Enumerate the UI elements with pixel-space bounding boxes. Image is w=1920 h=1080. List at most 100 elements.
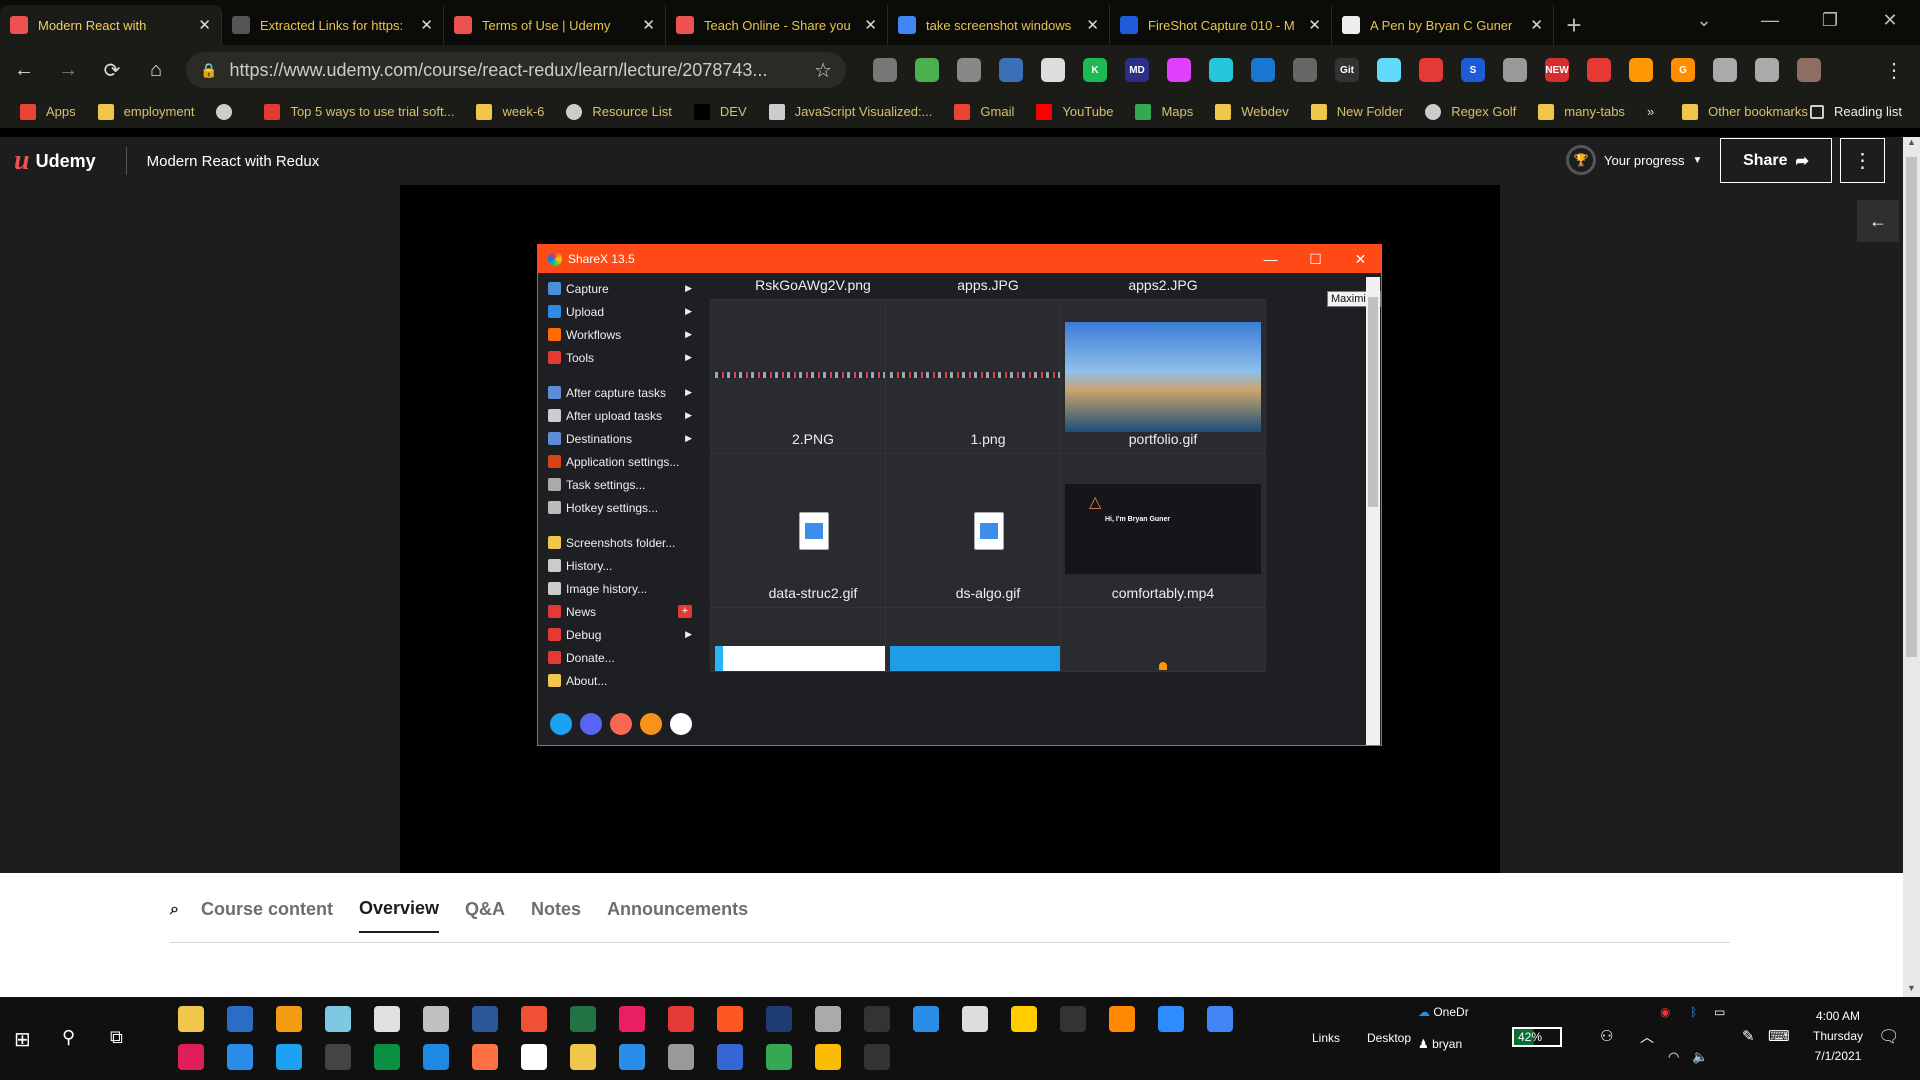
gitzip-ext-icon[interactable]: Git (1335, 58, 1359, 82)
profile-avatar[interactable] (1797, 58, 1821, 82)
bookmark-item[interactable]: Resource List (566, 103, 672, 120)
sublime-icon[interactable] (276, 1006, 302, 1032)
forward-button[interactable]: → (48, 50, 88, 90)
user-tray[interactable]: ♟ bryan (1418, 1037, 1462, 1051)
bookmark-item[interactable]: Webdev (1215, 103, 1289, 120)
bookmark-item[interactable]: Regex Golf (1425, 103, 1516, 120)
start-button[interactable]: ⊞ (14, 1027, 31, 1052)
sharex-menu-item[interactable]: Screenshots folder... (542, 531, 702, 554)
close-tab-icon[interactable]: ✕ (1530, 16, 1543, 34)
address-bar[interactable]: 🔒 https://www.udemy.com/course/react-red… (186, 52, 846, 88)
sharex-menu-item[interactable]: After upload tasks ▶ (542, 404, 702, 427)
sharex-file-thumbnail[interactable]: portfolio.gif △ Hi, I'm Bryan Guner (1060, 431, 1266, 608)
page-scroll-thumb[interactable] (1906, 157, 1917, 657)
bookmark-item[interactable]: Apps (20, 103, 76, 120)
page-scrollbar[interactable]: ▲ ▼ (1903, 137, 1920, 997)
notifications-icon[interactable]: 🗨 (1878, 1027, 1900, 1047)
sharex-menu-item[interactable]: Application settings... (542, 450, 702, 473)
bookmark-item[interactable] (216, 103, 242, 120)
close-tab-icon[interactable]: ✕ (1086, 16, 1099, 34)
bookmark-item[interactable]: many-tabs (1538, 103, 1625, 120)
people-icon[interactable]: ⚇ (1600, 1027, 1613, 1045)
sharex-menu-item[interactable]: News + (542, 600, 702, 623)
file-icon[interactable] (521, 1044, 547, 1070)
target-ext-icon[interactable] (1503, 58, 1527, 82)
app-icon[interactable] (717, 1006, 743, 1032)
circle-ext-icon[interactable] (1419, 58, 1443, 82)
chrome-icon[interactable] (1207, 1006, 1233, 1032)
window-minimize-button[interactable]: — (1740, 0, 1800, 40)
github-icon[interactable] (670, 713, 692, 735)
pokeball-ext-icon[interactable] (1587, 58, 1611, 82)
chrome-menu-button[interactable]: ⋮ (1874, 50, 1914, 90)
file-explorer-icon[interactable] (178, 1006, 204, 1032)
browser-tab[interactable]: take screenshot windows ✕ (888, 5, 1110, 45)
app-icon[interactable] (325, 1006, 351, 1032)
k-ext-icon[interactable]: K (1083, 58, 1107, 82)
wifi-icon[interactable]: ◠ (1668, 1049, 1679, 1065)
app-icon[interactable] (374, 1006, 400, 1032)
close-tab-icon[interactable]: ✕ (198, 16, 211, 34)
close-button[interactable]: ✕ (1338, 245, 1383, 273)
folder-icon[interactable] (570, 1044, 596, 1070)
list-ext-icon[interactable] (1755, 58, 1779, 82)
tray-app-icon[interactable]: ◉ (1660, 1005, 1670, 1019)
vlc-icon[interactable] (1109, 1006, 1135, 1032)
twitter-icon[interactable] (550, 713, 572, 735)
vscode-icon[interactable] (913, 1006, 939, 1032)
cmd-icon[interactable] (864, 1006, 890, 1032)
minimize-button[interactable]: — (1248, 245, 1293, 273)
sharex-scroll-thumb[interactable] (1368, 297, 1378, 507)
github-desktop-icon[interactable] (619, 1006, 645, 1032)
sharex-menu-item[interactable]: After capture tasks ▶ (542, 381, 702, 404)
sharex-menu-item[interactable]: Donate... (542, 646, 702, 669)
photoshop-icon[interactable] (1060, 1006, 1086, 1032)
sharex-menu-item[interactable]: About... (542, 669, 702, 692)
sharex-menu-item[interactable]: Task settings... (542, 473, 702, 496)
wave-ext-icon[interactable] (1209, 58, 1233, 82)
sharex-menu-item[interactable]: History... (542, 554, 702, 577)
box-ext-icon[interactable] (1251, 58, 1275, 82)
7zip-icon[interactable] (864, 1044, 890, 1070)
edge-icon[interactable] (619, 1044, 645, 1070)
discord-icon[interactable] (580, 713, 602, 735)
new-ext-icon[interactable]: NEW (1545, 58, 1569, 82)
pen-icon[interactable]: ✎ (1742, 1027, 1755, 1045)
bookmark-item[interactable]: New Folder (1310, 103, 1403, 120)
more-options-button[interactable]: ⋮ (1840, 138, 1885, 183)
sharex-menu-item[interactable]: Workflows ▶ (542, 323, 702, 346)
sharex-menu-item[interactable]: Destinations ▶ (542, 427, 702, 450)
browser-tab[interactable]: Terms of Use | Udemy ✕ (444, 5, 666, 45)
browser-tab[interactable]: A Pen by Bryan C Guner ✕ (1332, 5, 1554, 45)
bookmark-star-icon[interactable]: ☆ (814, 58, 832, 83)
scroll-up-arrow[interactable]: ▲ (1903, 137, 1920, 151)
search-icon[interactable]: ⚲ (62, 1027, 75, 1048)
sharex-file-thumbnail[interactable]: apps2.JPG (1060, 277, 1266, 454)
cube-ext-icon[interactable] (957, 58, 981, 82)
vscode-icon[interactable] (227, 1044, 253, 1070)
onedrive-tray[interactable]: ☁ OneDr (1418, 1005, 1469, 1019)
search-tool-icon[interactable] (962, 1006, 988, 1032)
excel-icon[interactable] (570, 1006, 596, 1032)
battery-indicator[interactable]: 42% (1512, 1027, 1562, 1047)
datagrip-icon[interactable] (374, 1044, 400, 1070)
reload-button[interactable]: ⟳ (92, 50, 132, 90)
app-icon[interactable] (815, 1006, 841, 1032)
card-ext-icon[interactable] (999, 58, 1023, 82)
bookmark-item[interactable]: Top 5 ways to use trial soft... (264, 103, 454, 120)
sharex-menu-item[interactable]: Capture ▶ (542, 277, 702, 300)
bookmark-item[interactable]: DEV (693, 103, 747, 120)
camera-ext-icon[interactable] (873, 58, 897, 82)
course-tab[interactable]: Overview (358, 898, 440, 933)
window-close-button[interactable]: ✕ (1860, 0, 1920, 40)
links-toolbar[interactable]: Links (1312, 1031, 1340, 1045)
bookmark-item[interactable]: YouTube (1036, 103, 1113, 120)
keyboard-icon[interactable]: ⌨ (1768, 1027, 1790, 1045)
s-ext-icon[interactable]: S (1461, 58, 1485, 82)
sharex-scrollbar[interactable] (1366, 277, 1380, 745)
app-icon[interactable] (276, 1044, 302, 1070)
bookmarks-overflow[interactable]: » (1647, 104, 1654, 119)
monitor-icon[interactable] (668, 1044, 694, 1070)
color-ext-icon[interactable] (1167, 58, 1191, 82)
chrome-icon[interactable] (766, 1044, 792, 1070)
